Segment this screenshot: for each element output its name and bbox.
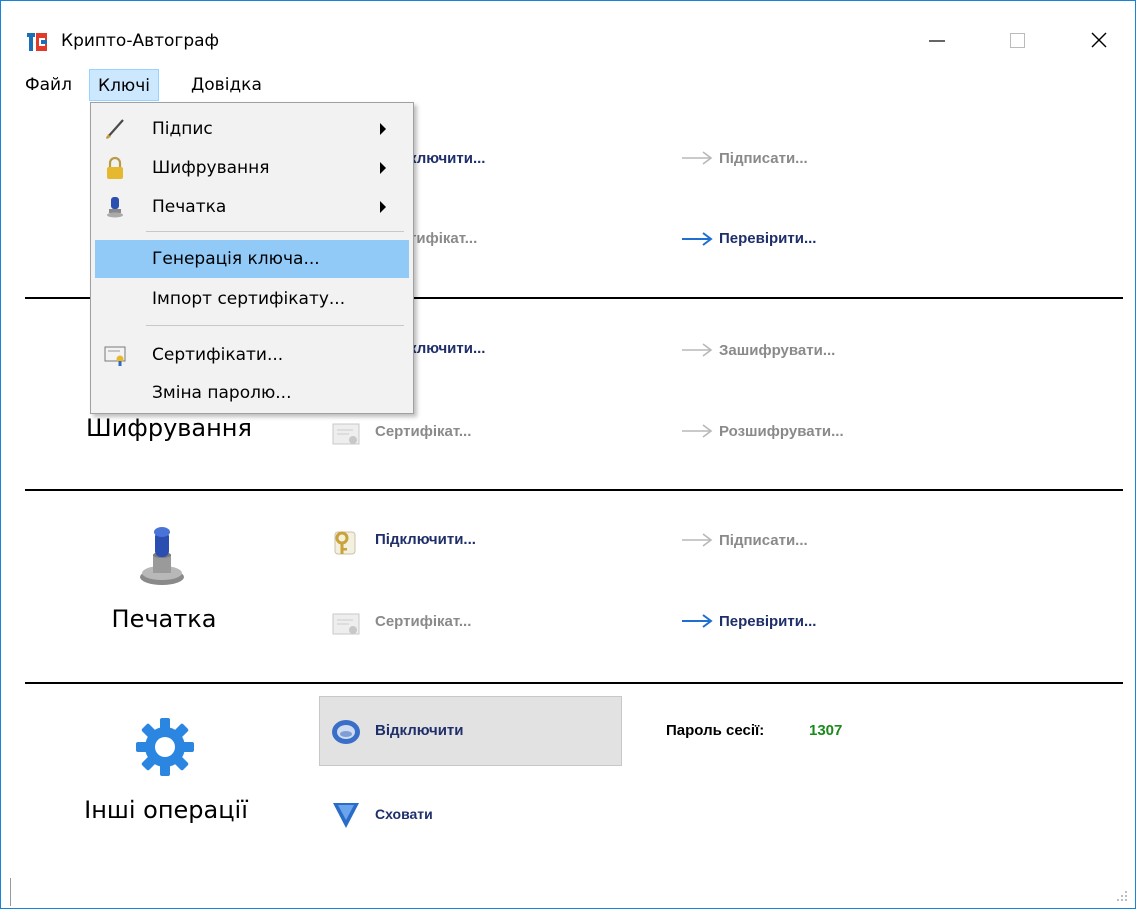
maximize-button[interactable] (987, 19, 1047, 63)
arrow-disabled-icon (682, 151, 713, 165)
other-operations-title: Інші операції (84, 796, 248, 824)
session-password-value: 1307 (809, 722, 843, 739)
menu-item-change-password[interactable]: Зміна паролю... (95, 374, 409, 412)
encrypt-link[interactable]: Зашифрувати... (719, 342, 835, 359)
menu-item-label: Зміна паролю... (152, 383, 292, 403)
menu-item-seal[interactable]: Печатка (95, 188, 409, 226)
minimize-button[interactable] (907, 19, 967, 63)
maximize-icon (1010, 33, 1025, 48)
menu-item-label: Імпорт сертифікату... (152, 289, 346, 309)
window-title: Крипто-Автограф (61, 31, 220, 51)
seal-certificate-link[interactable]: Сертифікат... (375, 613, 471, 630)
submenu-arrow-icon (380, 123, 386, 135)
menu-item-label: Шифрування (152, 158, 270, 178)
encryption-certificate-link[interactable]: Сертифікат... (375, 423, 471, 440)
signature-sign-link[interactable]: Підписати... (719, 150, 808, 167)
seal-connect-link[interactable]: Підключити... (375, 531, 476, 548)
app-logo-icon (27, 33, 47, 51)
arrow-disabled-icon (682, 343, 713, 357)
menu-help[interactable]: Довідка (183, 69, 270, 101)
close-icon (1091, 32, 1107, 48)
menu-separator (146, 231, 404, 232)
key-icon (334, 531, 356, 555)
session-password-label: Пароль сесії: (666, 722, 765, 739)
seal-sign-link[interactable]: Підписати... (719, 532, 808, 549)
hide-triangle-icon (333, 803, 359, 828)
arrow-disabled-icon (682, 424, 713, 438)
stamp-icon (140, 527, 184, 585)
pen-icon (106, 119, 124, 139)
certificate-icon (332, 423, 360, 445)
decrypt-link[interactable]: Розшифрувати... (719, 423, 844, 440)
menu-item-label: Сертифікати... (152, 345, 284, 365)
close-button[interactable] (1069, 19, 1129, 63)
menu-item-label: Генерація ключа... (152, 249, 320, 269)
certificate-icon (104, 346, 126, 366)
menu-item-label: Підпис (152, 119, 213, 139)
menu-item-certificates[interactable]: Сертифікати... (95, 336, 409, 374)
certificate-icon (332, 613, 360, 635)
menu-item-generate-key[interactable]: Генерація ключа... (95, 240, 409, 278)
submenu-arrow-icon (380, 162, 386, 174)
menu-separator (146, 325, 404, 326)
seal-title: Печатка (111, 605, 217, 633)
menu-bar: Файл Ключі Довідка (1, 69, 1135, 103)
encryption-title: Шифрування (86, 414, 252, 442)
arrow-active-icon (682, 614, 713, 628)
stamp-icon (107, 197, 123, 218)
signature-certificate-link[interactable]: тифікат... (409, 230, 477, 247)
menu-item-signature[interactable]: Підпис (95, 110, 409, 148)
menu-item-encryption[interactable]: Шифрування (95, 149, 409, 187)
hide-link[interactable]: Сховати (375, 806, 433, 822)
menu-file[interactable]: Файл (17, 69, 80, 101)
signature-verify-link[interactable]: Перевірити... (719, 230, 816, 247)
keys-dropdown-menu: Підпис Шифрування Печатка Генерація ключ… (90, 102, 414, 414)
submenu-arrow-icon (380, 201, 386, 213)
section-divider (25, 682, 1123, 684)
seal-verify-link[interactable]: Перевірити... (719, 613, 816, 630)
arrow-active-icon (682, 232, 713, 246)
arrow-disabled-icon (682, 533, 713, 547)
gear-icon (136, 718, 194, 776)
disconnect-button[interactable] (319, 696, 622, 766)
status-bar-divider (10, 878, 11, 906)
resize-grip-icon[interactable] (1113, 887, 1129, 903)
menu-keys[interactable]: Ключі (89, 69, 160, 101)
lock-icon (107, 156, 123, 179)
disconnect-icon (332, 720, 360, 744)
menu-item-import-certificate[interactable]: Імпорт сертифікату... (95, 280, 409, 318)
section-divider (25, 489, 1123, 491)
title-bar[interactable]: Крипто-Автограф (1, 1, 1135, 63)
app-window: Крипто-Автограф Файл Ключі Довідка ключи… (0, 0, 1136, 909)
disconnect-label[interactable]: Відключити (375, 722, 463, 739)
encryption-connect-link[interactable]: ключити... (409, 340, 485, 357)
menu-item-label: Печатка (152, 197, 227, 217)
signature-connect-link[interactable]: ключити... (409, 150, 485, 167)
minimize-icon (929, 40, 945, 42)
